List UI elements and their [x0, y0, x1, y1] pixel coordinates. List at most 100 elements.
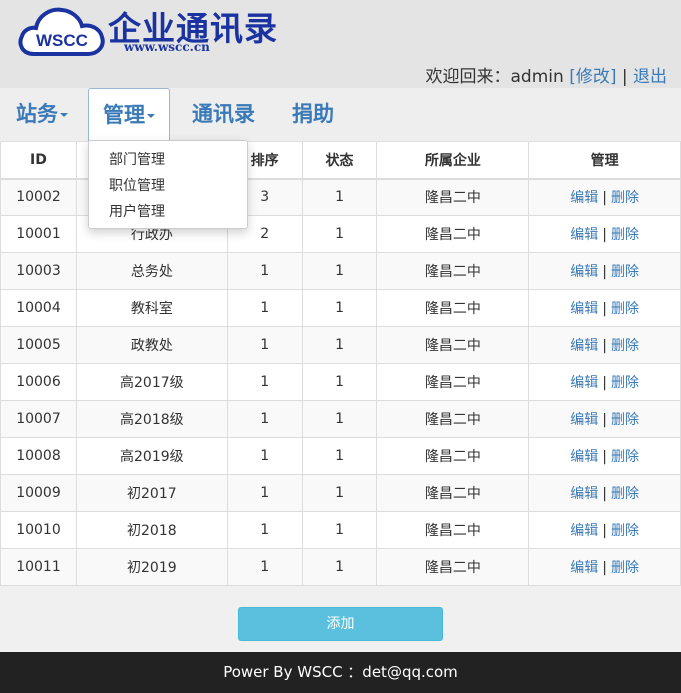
delete-link[interactable]: 删除 [611, 449, 639, 465]
logo-text: WSCC [36, 31, 88, 50]
cell-id: 10008 [0, 437, 77, 475]
edit-link[interactable]: 编辑 [570, 375, 598, 391]
cell-status: 1 [301, 548, 378, 586]
cell-id: 10004 [0, 289, 77, 327]
nav-item-contacts[interactable]: 通讯录 [192, 88, 255, 140]
action-separator: | [602, 301, 607, 317]
cell-actions: 编辑 | 删除 [528, 437, 681, 475]
menu-item-department[interactable]: 部门管理 [89, 147, 247, 173]
table-row: 10004 教科室 1 1 隆昌二中 编辑 | 删除 [0, 289, 681, 327]
welcome-bar: 欢迎回来：admin [修改] | 退出 [426, 62, 668, 87]
nav-item-station[interactable]: 站务 [16, 88, 68, 140]
delete-link[interactable]: 删除 [611, 523, 639, 539]
table-row: 10008 高2019级 1 1 隆昌二中 编辑 | 删除 [0, 437, 681, 475]
edit-link[interactable]: 编辑 [570, 301, 598, 317]
cell-name: 初2018 [75, 511, 228, 549]
table-row: 10007 高2018级 1 1 隆昌二中 编辑 | 删除 [0, 400, 681, 438]
table-row: 10010 初2018 1 1 隆昌二中 编辑 | 删除 [0, 511, 681, 549]
cell-company: 隆昌二中 [376, 363, 530, 401]
cell-order: 1 [226, 326, 303, 364]
logout-link[interactable]: 退出 [633, 67, 667, 87]
nav-item-donate[interactable]: 捐助 [292, 88, 334, 140]
edit-link[interactable]: 编辑 [570, 449, 598, 465]
footer: Power By WSCC ：det@qq.com [0, 652, 681, 693]
header-id: ID [0, 141, 77, 180]
cell-id: 10006 [0, 363, 77, 401]
delete-link[interactable]: 删除 [611, 375, 639, 391]
delete-link[interactable]: 删除 [611, 412, 639, 428]
cell-actions: 编辑 | 删除 [528, 511, 681, 549]
cell-id: 10002 [0, 178, 77, 216]
cell-company: 隆昌二中 [376, 511, 530, 549]
cell-company: 隆昌二中 [376, 289, 530, 327]
cell-status: 1 [301, 400, 378, 438]
table-row: 10005 政教处 1 1 隆昌二中 编辑 | 删除 [0, 326, 681, 364]
delete-link[interactable]: 删除 [611, 264, 639, 280]
cell-order: 1 [226, 289, 303, 327]
action-separator: | [602, 486, 607, 502]
cell-id: 10001 [0, 215, 77, 253]
delete-link[interactable]: 删除 [611, 301, 639, 317]
cell-order: 1 [226, 252, 303, 290]
manage-dropdown-menu: 部门管理 职位管理 用户管理 [88, 140, 248, 229]
cell-id: 10005 [0, 326, 77, 364]
action-separator: | [602, 190, 607, 207]
caret-down-icon [147, 114, 155, 118]
cell-id: 10007 [0, 400, 77, 438]
action-separator: | [602, 375, 607, 391]
action-separator: | [602, 412, 607, 428]
cell-status: 1 [301, 474, 378, 512]
cell-company: 隆昌二中 [376, 178, 530, 216]
cell-id: 10003 [0, 252, 77, 290]
add-button[interactable]: 添加 [238, 607, 443, 641]
cell-status: 1 [301, 511, 378, 549]
header-actions: 管理 [528, 141, 681, 180]
cell-id: 10010 [0, 511, 77, 549]
delete-link[interactable]: 删除 [611, 338, 639, 354]
delete-link[interactable]: 删除 [611, 190, 639, 206]
cell-actions: 编辑 | 删除 [528, 548, 681, 586]
edit-link[interactable]: 编辑 [570, 338, 598, 354]
welcome-separator: | [621, 67, 628, 87]
cell-name: 教科室 [75, 289, 228, 327]
cell-name: 高2019级 [75, 437, 228, 475]
nav-item-label: 捐助 [292, 102, 334, 126]
menu-item-position[interactable]: 职位管理 [89, 173, 247, 199]
edit-profile-link[interactable]: [修改] [569, 67, 616, 87]
edit-link[interactable]: 编辑 [570, 227, 598, 243]
delete-link[interactable]: 删除 [611, 486, 639, 502]
edit-link[interactable]: 编辑 [570, 523, 598, 539]
nav-item-label: 站务 [16, 102, 58, 126]
cell-actions: 编辑 | 删除 [528, 326, 681, 364]
table-row: 10011 初2019 1 1 隆昌二中 编辑 | 删除 [0, 548, 681, 586]
cell-status: 1 [301, 289, 378, 327]
navbar: 站务 管理 通讯录 捐助 [0, 88, 681, 141]
action-separator: | [602, 560, 607, 576]
cell-status: 1 [301, 326, 378, 364]
edit-link[interactable]: 编辑 [570, 412, 598, 428]
edit-link[interactable]: 编辑 [570, 486, 598, 502]
action-separator: | [602, 227, 607, 243]
edit-link[interactable]: 编辑 [570, 264, 598, 280]
cell-actions: 编辑 | 删除 [528, 289, 681, 327]
delete-link[interactable]: 删除 [611, 227, 639, 243]
cell-order: 1 [226, 437, 303, 475]
cell-actions: 编辑 | 删除 [528, 215, 681, 253]
header-status: 状态 [301, 141, 378, 180]
edit-link[interactable]: 编辑 [570, 190, 598, 206]
cell-status: 1 [301, 252, 378, 290]
cell-company: 隆昌二中 [376, 252, 530, 290]
menu-item-user[interactable]: 用户管理 [89, 199, 247, 225]
table-row: 10009 初2017 1 1 隆昌二中 编辑 | 删除 [0, 474, 681, 512]
nav-item-manage[interactable]: 管理 [88, 88, 170, 141]
welcome-text: 欢迎回来：admin [425, 67, 564, 87]
delete-link[interactable]: 删除 [611, 560, 639, 576]
header: WSCC 企业通讯录 www.wscc.cn 欢迎回来：admin [修改] |… [0, 0, 681, 88]
logo-cloud-icon: WSCC [18, 7, 105, 56]
cell-company: 隆昌二中 [376, 400, 530, 438]
edit-link[interactable]: 编辑 [570, 560, 598, 576]
cell-id: 10011 [0, 548, 77, 586]
table-row: 10003 总务处 1 1 隆昌二中 编辑 | 删除 [0, 252, 681, 290]
nav-item-label: 通讯录 [192, 102, 255, 126]
header-company: 所属企业 [376, 141, 530, 180]
